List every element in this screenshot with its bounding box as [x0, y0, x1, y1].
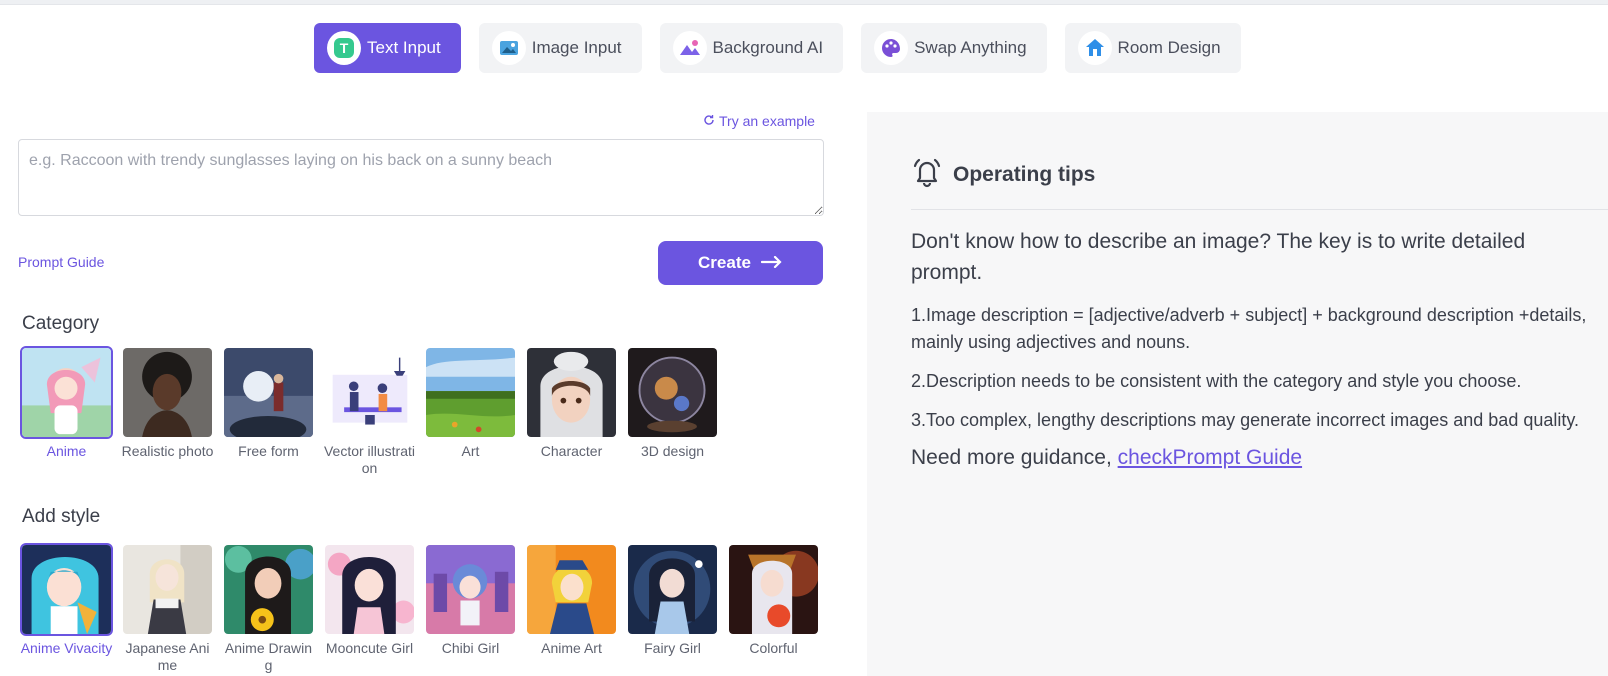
- style-thumbnail: [20, 543, 113, 636]
- style-anime-drawing[interactable]: Anime Drawing: [222, 543, 315, 674]
- try-example-link[interactable]: Try an example: [703, 113, 815, 129]
- tip-item: 1.Image description = [adjective/adverb …: [911, 305, 1587, 352]
- category-thumbnail: [222, 346, 315, 439]
- tab-label: Background AI: [712, 38, 824, 57]
- style-label: Colorful: [749, 640, 798, 656]
- style-thumbnail: [424, 543, 517, 636]
- style-label: Fairy Girl: [644, 640, 701, 656]
- category-label: 3D design: [640, 443, 705, 459]
- prompt-input[interactable]: [18, 139, 824, 216]
- create-button[interactable]: Create: [658, 241, 823, 285]
- style-label: Anime Art: [541, 640, 602, 656]
- check-prompt-guide-link[interactable]: checkPrompt Guide: [1118, 446, 1302, 469]
- style-anime-art[interactable]: Anime Art: [525, 543, 618, 674]
- style-title: Add style: [22, 506, 101, 527]
- style-thumbnail: [222, 543, 315, 636]
- category-vector-illustration[interactable]: Vector illustration: [323, 346, 416, 477]
- category-art[interactable]: Art: [424, 346, 517, 477]
- style-thumbnail: [323, 543, 416, 636]
- bell-icon: [911, 156, 943, 193]
- category-free-form[interactable]: Free form: [222, 346, 315, 477]
- category-3d-design[interactable]: 3D design: [626, 346, 719, 477]
- room-design-icon: [1077, 31, 1112, 65]
- mode-tabs: T Text Input Image Input Background AI S…: [314, 23, 1241, 73]
- refresh-icon: [703, 113, 715, 129]
- text-input-icon: T: [327, 31, 361, 65]
- category-label: Vector illustration: [323, 443, 416, 476]
- style-chibi-girl[interactable]: Chibi Girl: [424, 543, 517, 674]
- tab-text-input[interactable]: T Text Input: [314, 23, 461, 73]
- arrow-right-icon: [760, 253, 783, 273]
- category-label: Anime: [46, 443, 87, 459]
- top-border: [0, 0, 1608, 5]
- category-thumbnail: [323, 346, 416, 439]
- tips-more-prefix: Need more guidance,: [911, 446, 1118, 469]
- prompt-guide-link[interactable]: Prompt Guide: [18, 254, 104, 270]
- style-label: Chibi Girl: [441, 640, 500, 656]
- category-thumbnail: [525, 346, 618, 439]
- tips-more: Need more guidance, checkPrompt Guide: [911, 446, 1599, 470]
- style-anime-vivacity[interactable]: Anime Vivacity: [20, 543, 113, 674]
- style-thumbnail: [626, 543, 719, 636]
- style-label: Japanese Anime: [125, 640, 210, 673]
- category-thumbnail: [20, 346, 113, 439]
- style-fairy-girl[interactable]: Fairy Girl: [626, 543, 719, 674]
- category-label: Art: [461, 443, 480, 459]
- category-grid: Anime Realistic photo Free form Vector i…: [20, 346, 719, 477]
- style-grid: Anime Vivacity Japanese Anime Anime Draw…: [20, 543, 820, 674]
- tips-divider: [911, 209, 1608, 210]
- style-thumbnail: [727, 543, 820, 636]
- tab-background-ai[interactable]: Background AI: [659, 23, 844, 73]
- tab-label: Image Input: [531, 38, 622, 57]
- style-mooncute-girl[interactable]: Mooncute Girl: [323, 543, 416, 674]
- style-label: Mooncute Girl: [325, 640, 414, 656]
- create-label: Create: [698, 253, 751, 272]
- tip-item: 2.Description needs to be consistent wit…: [911, 371, 1522, 391]
- category-label: Character: [540, 443, 603, 459]
- image-input-icon: [491, 31, 526, 65]
- style-colorful[interactable]: Colorful: [727, 543, 820, 674]
- category-thumbnail: [424, 346, 517, 439]
- category-character[interactable]: Character: [525, 346, 618, 477]
- tips-title: Operating tips: [953, 162, 1096, 186]
- category-thumbnail: [121, 346, 214, 439]
- operating-tips-panel: Operating tips Don't know how to describ…: [867, 112, 1608, 676]
- tab-room-design[interactable]: Room Design: [1064, 23, 1241, 73]
- category-label: Realistic photo: [121, 443, 214, 459]
- tip-item: 3.Too complex, lengthy descriptions may …: [911, 410, 1580, 430]
- tips-intro: Don't know how to describe an image? The…: [911, 230, 1526, 284]
- tips-header: Operating tips: [911, 156, 1095, 193]
- background-ai-icon: [672, 31, 707, 65]
- style-label: Anime Drawing: [224, 640, 313, 673]
- svg-text:T: T: [340, 40, 349, 56]
- tab-swap-anything[interactable]: Swap Anything: [861, 23, 1047, 73]
- try-example-label: Try an example: [719, 113, 815, 129]
- tips-body: Don't know how to describe an image? The…: [911, 226, 1599, 470]
- style-label: Anime Vivacity: [20, 640, 113, 656]
- category-thumbnail: [626, 346, 719, 439]
- category-realistic-photo[interactable]: Realistic photo: [121, 346, 214, 477]
- category-title: Category: [22, 313, 100, 334]
- tab-label: Room Design: [1117, 38, 1221, 57]
- tab-image-input[interactable]: Image Input: [478, 23, 642, 73]
- category-label: Free form: [238, 443, 299, 459]
- style-thumbnail: [121, 543, 214, 636]
- tab-label: Swap Anything: [914, 38, 1027, 57]
- style-thumbnail: [525, 543, 618, 636]
- tab-label: Text Input: [367, 38, 441, 57]
- category-anime[interactable]: Anime: [20, 346, 113, 477]
- style-japanese-anime[interactable]: Japanese Anime: [121, 543, 214, 674]
- swap-anything-icon: [874, 31, 909, 65]
